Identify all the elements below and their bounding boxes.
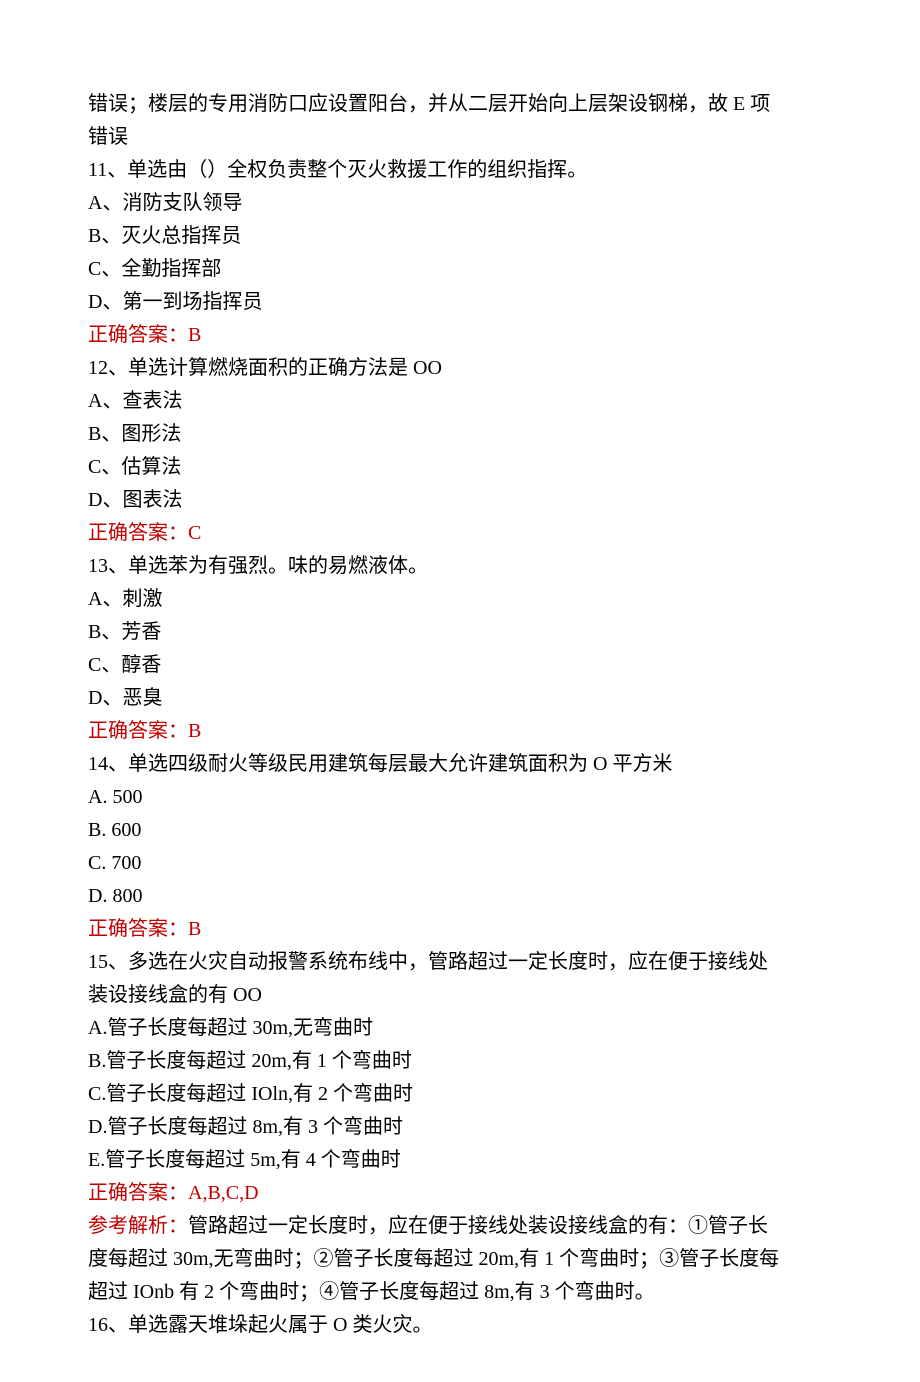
q16-stem: 16、单选露天堆垛起火属于 O 类火灾。 bbox=[88, 1309, 830, 1342]
q15-opt-b: B.管子长度每超过 20m,有 1 个弯曲时 bbox=[88, 1045, 830, 1078]
q11-opt-c: C、全勤指挥部 bbox=[88, 253, 830, 286]
q14-opt-a: A. 500 bbox=[88, 781, 830, 814]
preface-line-1: 错误；楼层的专用消防口应设置阳台，并从二层开始向上层架设钢梯，故 E 项 bbox=[88, 88, 830, 121]
q15-opt-e: E.管子长度每超过 5m,有 4 个弯曲时 bbox=[88, 1144, 830, 1177]
q15-stem-line2: 装设接线盒的有 OO bbox=[88, 979, 830, 1012]
q15-opt-c: C.管子长度每超过 IOln,有 2 个弯曲时 bbox=[88, 1078, 830, 1111]
q11-opt-d: D、第一到场指挥员 bbox=[88, 286, 830, 319]
document-page: 错误；楼层的专用消防口应设置阳台，并从二层开始向上层架设钢梯，故 E 项 错误 … bbox=[0, 0, 920, 1382]
q14-opt-d: D. 800 bbox=[88, 880, 830, 913]
q13-answer: 正确答案：B bbox=[88, 715, 830, 748]
q13-opt-c: C、醇香 bbox=[88, 649, 830, 682]
q13-opt-b: B、芳香 bbox=[88, 616, 830, 649]
q11-stem: 11、单选由（）全权负责整个灭火救援工作的组织指挥。 bbox=[88, 154, 830, 187]
q12-stem: 12、单选计算燃烧面积的正确方法是 OO bbox=[88, 352, 830, 385]
q12-opt-a: A、查表法 bbox=[88, 385, 830, 418]
q14-opt-c: C. 700 bbox=[88, 847, 830, 880]
q14-opt-b: B. 600 bbox=[88, 814, 830, 847]
q15-stem-line1: 15、多选在火灾自动报警系统布线中，管路超过一定长度时，应在便于接线处 bbox=[88, 946, 830, 979]
q15-analysis-line3: 超过 IOnb 有 2 个弯曲时；④管子长度每超过 8m,有 3 个弯曲时。 bbox=[88, 1276, 830, 1309]
q12-opt-c: C、估算法 bbox=[88, 451, 830, 484]
q11-opt-a: A、消防支队领导 bbox=[88, 187, 830, 220]
q15-analysis-line1: 参考解析：管路超过一定长度时，应在便于接线处装设接线盒的有：①管子长 bbox=[88, 1210, 830, 1243]
q15-analysis-body1: 管路超过一定长度时，应在便于接线处装设接线盒的有：①管子长 bbox=[188, 1215, 768, 1237]
q12-answer: 正确答案：C bbox=[88, 517, 830, 550]
q14-answer: 正确答案：B bbox=[88, 913, 830, 946]
q15-analysis-line2: 度每超过 30m,无弯曲时；②管子长度每超过 20m,有 1 个弯曲时；③管子长… bbox=[88, 1243, 830, 1276]
q13-opt-d: D、恶臭 bbox=[88, 682, 830, 715]
q11-answer: 正确答案：B bbox=[88, 319, 830, 352]
preface-line-2: 错误 bbox=[88, 121, 830, 154]
q13-opt-a: A、刺激 bbox=[88, 583, 830, 616]
q12-opt-d: D、图表法 bbox=[88, 484, 830, 517]
q14-stem: 14、单选四级耐火等级民用建筑每层最大允许建筑面积为 O 平方米 bbox=[88, 748, 830, 781]
q15-analysis-label: 参考解析： bbox=[88, 1215, 188, 1237]
q15-answer: 正确答案：A,B,C,D bbox=[88, 1177, 830, 1210]
q13-stem: 13、单选苯为有强烈。味的易燃液体。 bbox=[88, 550, 830, 583]
q15-opt-a: A.管子长度每超过 30m,无弯曲时 bbox=[88, 1012, 830, 1045]
q15-opt-d: D.管子长度每超过 8m,有 3 个弯曲时 bbox=[88, 1111, 830, 1144]
q12-opt-b: B、图形法 bbox=[88, 418, 830, 451]
q11-opt-b: B、灭火总指挥员 bbox=[88, 220, 830, 253]
